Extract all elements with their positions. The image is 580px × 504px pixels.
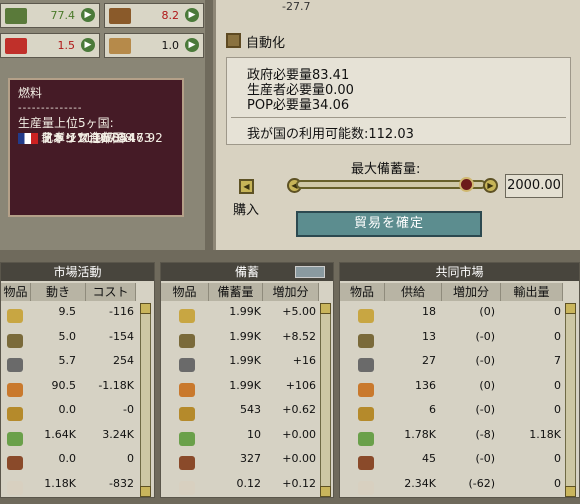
cell-inc: +0.12 bbox=[282, 476, 316, 490]
goods-cell[interactable]: 1.0 ▶ bbox=[104, 33, 204, 58]
tooltip-title: 燃料 bbox=[18, 86, 43, 100]
wheat-icon bbox=[358, 431, 374, 446]
fuel-tooltip: 燃料 -------------- 生産量上位5ヶ国: イギリス:167.54 日… bbox=[8, 78, 184, 217]
cattle-icon bbox=[358, 480, 374, 495]
pop-need: POP必要量34.06 bbox=[247, 98, 350, 113]
cell-move: 1.18K bbox=[44, 476, 76, 490]
needs-infobox: 政府必要量83.41 生産者必要量0.00 POP必要量34.06 我が国の利用… bbox=[226, 57, 571, 145]
scroll-up-button[interactable] bbox=[140, 303, 151, 314]
goods-value: 8.2 bbox=[161, 9, 180, 22]
stockpile-slider[interactable] bbox=[296, 180, 486, 189]
stockpile-scrollbar[interactable] bbox=[320, 303, 331, 497]
goods-cell[interactable]: 8.2 ▶ bbox=[104, 3, 204, 28]
goods-value: 1.5 bbox=[57, 39, 76, 52]
automation-checkbox[interactable] bbox=[226, 33, 241, 48]
ammunition-icon bbox=[179, 309, 195, 323]
goods-cell[interactable]: 77.4 ▶ bbox=[0, 3, 100, 28]
tooltip-heading: 生産量上位5ヶ国: bbox=[18, 116, 114, 130]
table-row[interactable]: 2.34K (-62) 0 bbox=[340, 476, 579, 504]
france-flag-icon bbox=[18, 132, 38, 144]
canned-food-icon bbox=[358, 382, 374, 397]
country-value: :11.84 bbox=[88, 130, 128, 145]
market-activity-title: 市場活動 bbox=[1, 263, 154, 281]
scroll-down-button[interactable] bbox=[565, 486, 576, 497]
stockpile-toggle-icon[interactable] bbox=[295, 266, 325, 278]
explosives-icon bbox=[5, 38, 27, 54]
goods-value: 77.4 bbox=[50, 9, 76, 22]
trend-arrow-icon: ▶ bbox=[185, 8, 199, 22]
header-goods[interactable]: 物品 bbox=[161, 283, 209, 301]
available-amount: 我が国の利用可能数:112.03 bbox=[247, 127, 414, 142]
header-goods[interactable]: 物品 bbox=[1, 283, 31, 301]
canned-food-icon bbox=[7, 382, 23, 397]
artillery-icon bbox=[358, 358, 374, 372]
ammunition-icon bbox=[7, 309, 23, 323]
small-arms-icon bbox=[358, 333, 374, 348]
stockpile-panel: 備蓄 物品 備蓄量 増加分 1.99K +5.00 1.99K +8.52 1.99K +… bbox=[160, 262, 334, 498]
max-stockpile-label: 最大備蓄量: bbox=[351, 162, 421, 177]
automation-label: 自動化 bbox=[246, 36, 286, 51]
divider bbox=[231, 117, 566, 118]
table-row[interactable]: 1.18K -832 bbox=[1, 476, 154, 504]
header-goods[interactable]: 物品 bbox=[340, 283, 385, 301]
tooltip-separator: -------------- bbox=[18, 103, 83, 114]
small-arms-icon bbox=[7, 333, 23, 348]
slider-knob[interactable] bbox=[458, 177, 474, 192]
scroll-up-button[interactable] bbox=[320, 303, 331, 314]
slider-increase-button[interactable]: ▶ bbox=[483, 178, 498, 193]
small-arms-icon bbox=[179, 333, 195, 348]
cell-cost: -832 bbox=[109, 476, 134, 490]
liquor-icon bbox=[5, 8, 27, 24]
wine-icon bbox=[7, 456, 23, 470]
cattle-icon bbox=[179, 480, 195, 495]
market-activity-panel: 市場活動 物品 動き コスト 9.5 -116 5.0 -154 5.7 254 90.5-… bbox=[0, 262, 155, 498]
market-activity-scrollbar[interactable] bbox=[140, 303, 151, 497]
wine-icon bbox=[179, 456, 195, 470]
wheat-icon bbox=[179, 431, 195, 446]
buy-toggle-button[interactable]: ◀ bbox=[239, 179, 254, 194]
canned-food-icon bbox=[179, 382, 195, 397]
goods-cell[interactable]: 1.5 ▶ bbox=[0, 33, 100, 58]
trend-arrow-icon: ▶ bbox=[81, 8, 95, 22]
confirm-trade-button[interactable]: 貿易を確定 bbox=[296, 211, 482, 237]
scroll-down-button[interactable] bbox=[320, 486, 331, 497]
trend-arrow-icon: ▶ bbox=[185, 38, 199, 52]
goods-value: 1.0 bbox=[161, 39, 180, 52]
cell-inc: (-62) bbox=[468, 476, 495, 490]
scroll-down-button[interactable] bbox=[140, 486, 151, 497]
trend-arrow-icon: ▶ bbox=[81, 38, 95, 52]
airplanes-icon bbox=[358, 407, 374, 421]
lumber-icon bbox=[109, 8, 131, 24]
cell-export: 0 bbox=[554, 476, 561, 490]
airplanes-icon bbox=[7, 407, 23, 421]
cell-stock: 0.12 bbox=[236, 476, 262, 490]
planks-icon bbox=[109, 38, 131, 54]
buy-label: 購入 bbox=[233, 203, 260, 218]
ammunition-icon bbox=[358, 309, 374, 323]
country-name: フランス bbox=[41, 130, 89, 145]
wheat-icon bbox=[7, 431, 23, 446]
cattle-icon bbox=[7, 480, 23, 495]
artillery-icon bbox=[7, 358, 23, 372]
country-value: :46.92 bbox=[124, 130, 163, 145]
tooltip-country-row: フランス:11.84 bbox=[18, 131, 127, 145]
top-value: -27.7 bbox=[282, 0, 311, 13]
common-market-title: 共同市場 bbox=[340, 263, 579, 281]
stockpile-value-field[interactable]: 2000.00 bbox=[505, 174, 563, 198]
artillery-icon bbox=[179, 358, 195, 372]
airplanes-icon bbox=[179, 407, 195, 421]
wine-icon bbox=[358, 456, 374, 470]
common-market-scrollbar[interactable] bbox=[565, 303, 576, 497]
scroll-up-button[interactable] bbox=[565, 303, 576, 314]
table-row[interactable]: 0.12 +0.12 bbox=[161, 476, 333, 504]
cell-supply: 2.34K bbox=[404, 476, 436, 490]
common-market-panel: 共同市場 物品 供給 増加分 輸出量 18 (0) 0 13 (-0) 0 27 (-0) 7 1… bbox=[339, 262, 580, 498]
